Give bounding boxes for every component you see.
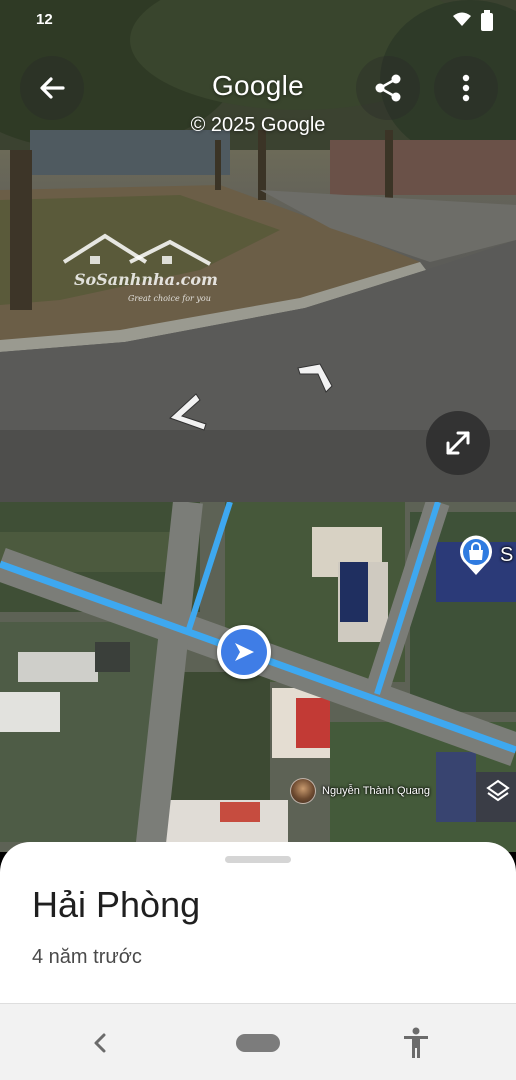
contributor-name: Nguyễn Thành Quang [322,785,431,797]
copyright-text: © 2025 Google [190,114,326,136]
status-time: 12 [36,11,53,28]
capture-date: 4 năm trước [32,946,142,968]
expand-icon [446,431,470,455]
current-position-marker[interactable] [217,625,271,679]
sheet-drag-handle[interactable] [225,856,291,863]
system-nav-bar [0,1003,516,1080]
contributor-avatar [290,778,316,804]
position-marker-inner [221,629,267,675]
map-imagery [0,502,516,852]
accessibility-icon[interactable] [402,1026,430,1060]
navigation-arrow-icon [235,643,254,661]
status-bar: 12 [0,0,516,40]
watermark-brand: SoSanhnha.com [74,270,218,289]
street-view-header: Google © 2025 Google [0,56,516,146]
contributor-credit[interactable]: Nguyễn Thành Quang [290,778,430,804]
more-options-button[interactable] [434,56,498,120]
move-forward-arrow[interactable] [296,362,336,396]
screen: 12 Google © 2025 Google SoSanhnha.com Gr… [0,0,516,1080]
place-info-sheet[interactable]: Hải Phòng 4 năm trước [0,842,516,1004]
poi-label[interactable]: S [500,544,513,567]
back-chevron-icon[interactable] [88,1028,112,1058]
move-back-arrow[interactable] [166,392,212,434]
status-icons [452,10,494,32]
layers-icon[interactable] [486,778,510,804]
home-pill-icon[interactable] [236,1034,280,1052]
wifi-icon [453,12,471,26]
watermark-logo: SoSanhnha.com Great choice for you [60,232,220,312]
expand-button[interactable] [426,411,490,475]
share-button[interactable] [356,56,420,120]
watermark-tagline: Great choice for you [128,294,211,303]
satellite-map[interactable]: S [0,502,516,852]
shopping-poi-pin[interactable] [458,534,494,576]
street-view-panorama[interactable]: 12 Google © 2025 Google SoSanhnha.com Gr… [0,0,516,502]
more-vert-icon [462,74,470,102]
share-icon [375,74,401,102]
place-title: Hải Phòng [32,884,201,925]
battery-icon [481,10,493,31]
